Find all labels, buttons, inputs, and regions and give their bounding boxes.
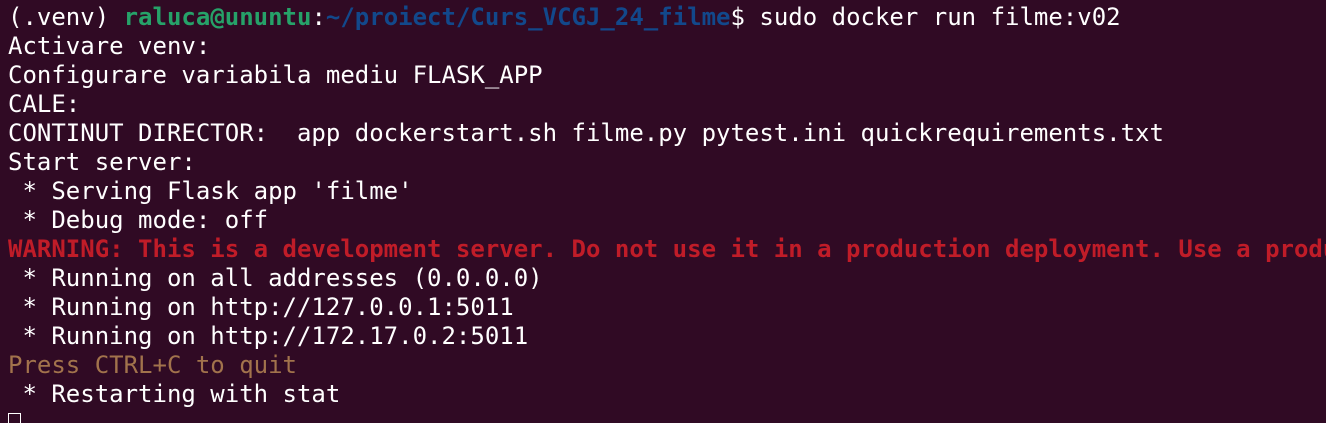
output-line: CALE: bbox=[8, 90, 81, 118]
prompt-path: ~/proiect/Curs_VCGJ_24_filme bbox=[325, 3, 731, 31]
output-line: * Running on http://172.17.0.2:5011 bbox=[8, 322, 529, 350]
prompt-separator: : bbox=[311, 3, 326, 31]
quit-hint-line: Press CTRL+C to quit bbox=[8, 351, 297, 379]
output-line: Activare venv: bbox=[8, 32, 211, 60]
terminal-output: (.venv) raluca@ununtu:~/proiect/Curs_VCG… bbox=[8, 3, 1326, 423]
output-line: * Running on http://127.0.0.1:5011 bbox=[8, 293, 514, 321]
text-cursor bbox=[8, 413, 21, 423]
output-line: * Restarting with stat bbox=[8, 380, 341, 408]
terminal-window[interactable]: (.venv) raluca@ununtu:~/proiect/Curs_VCG… bbox=[0, 0, 1326, 423]
output-line: * Debug mode: off bbox=[8, 206, 269, 234]
prompt-command: sudo docker run filme:v02 bbox=[759, 3, 1121, 31]
prompt-line: (.venv) raluca@ununtu:~/proiect/Curs_VCG… bbox=[8, 3, 1326, 32]
output-line: * Running on all addresses (0.0.0.0) bbox=[8, 264, 543, 292]
prompt-user-host: raluca@ununtu bbox=[123, 3, 312, 31]
warning-line: WARNING: This is a development server. D… bbox=[8, 235, 1326, 263]
output-line: Configurare variabila mediu FLASK_APP bbox=[8, 61, 543, 89]
output-line: Start server: bbox=[8, 148, 196, 176]
cursor-line bbox=[8, 409, 1326, 423]
venv-indicator: (.venv) bbox=[8, 3, 124, 31]
output-line: CONTINUT DIRECTOR: app dockerstart.sh fi… bbox=[8, 119, 1164, 147]
output-line: * Serving Flask app 'filme' bbox=[8, 177, 413, 205]
prompt-symbol: $ bbox=[730, 3, 760, 31]
